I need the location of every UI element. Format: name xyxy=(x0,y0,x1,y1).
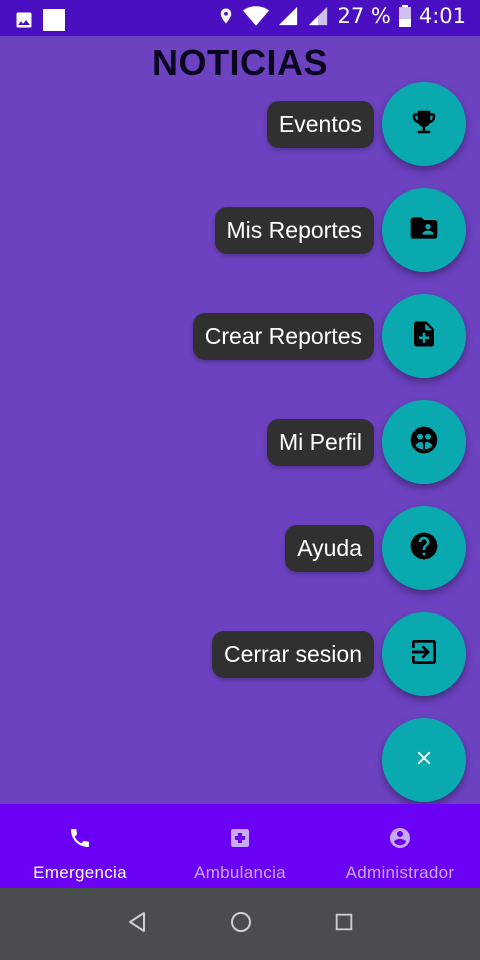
help-icon xyxy=(408,530,440,566)
close-icon xyxy=(413,747,435,773)
nav-item-ambulancia[interactable]: Ambulancia xyxy=(160,804,320,888)
nav-item-emergencia[interactable]: Emergencia xyxy=(0,804,160,888)
crear-reportes-button[interactable] xyxy=(382,294,466,378)
back-icon[interactable] xyxy=(125,910,149,938)
image-notification-icon xyxy=(14,10,34,30)
status-bar: 27 % 4:01 xyxy=(0,0,480,36)
logout-icon xyxy=(408,636,440,672)
notification-square-icon xyxy=(42,8,66,32)
clock: 4:01 xyxy=(418,4,466,28)
account-circle-icon xyxy=(388,826,412,855)
face-icon xyxy=(408,424,440,460)
page-title: NOTICIAS xyxy=(151,42,328,83)
menu-item-label[interactable]: Ayuda xyxy=(285,524,374,572)
phone-icon xyxy=(68,826,92,855)
folder-shared-icon xyxy=(408,212,440,248)
home-icon[interactable] xyxy=(229,910,253,938)
nav-label: Ambulancia xyxy=(194,863,286,882)
nav-item-administrador[interactable]: Administrador xyxy=(320,804,480,888)
menu-item-crear-reportes[interactable]: Crear Reportes xyxy=(192,294,466,378)
menu-item-cerrar-sesion[interactable]: Cerrar sesion xyxy=(211,612,466,696)
menu-item-ayuda[interactable]: Ayuda xyxy=(285,506,466,590)
nav-label: Administrador xyxy=(345,863,455,882)
menu-item-mis-reportes[interactable]: Mis Reportes xyxy=(214,188,466,272)
recents-icon[interactable] xyxy=(333,911,355,937)
nav-label: Emergencia xyxy=(33,863,127,882)
menu-item-mi-perfil[interactable]: Mi Perfil xyxy=(266,400,466,484)
wifi-icon xyxy=(243,5,270,27)
location-icon xyxy=(217,5,235,27)
signal-secondary-icon xyxy=(307,5,329,27)
ayuda-button[interactable] xyxy=(382,506,466,590)
signal-icon xyxy=(277,5,299,27)
battery-percent: 27 % xyxy=(337,4,391,28)
battery-icon xyxy=(398,5,411,27)
cerrar-sesion-button[interactable] xyxy=(382,612,466,696)
menu-item-label[interactable]: Cerrar sesion xyxy=(211,630,374,678)
menu-item-label[interactable]: Mis Reportes xyxy=(214,206,374,254)
bottom-navigation: Emergencia Ambulancia Administrador xyxy=(0,804,480,888)
medical-plus-icon xyxy=(228,826,252,855)
menu-item-label[interactable]: Crear Reportes xyxy=(192,312,374,360)
mis-reportes-button[interactable] xyxy=(382,188,466,272)
close-menu-button[interactable] xyxy=(382,718,466,802)
menu-item-label[interactable]: Mi Perfil xyxy=(266,418,374,466)
mi-perfil-button[interactable] xyxy=(382,400,466,484)
note-add-icon xyxy=(409,318,439,354)
system-navigation-bar xyxy=(0,888,480,960)
menu-item-label[interactable]: Eventos xyxy=(266,100,374,148)
trophy-icon xyxy=(409,107,439,141)
menu-item-eventos[interactable]: Eventos xyxy=(266,82,466,166)
speed-dial-main[interactable] xyxy=(382,718,466,802)
eventos-button[interactable] xyxy=(382,82,466,166)
